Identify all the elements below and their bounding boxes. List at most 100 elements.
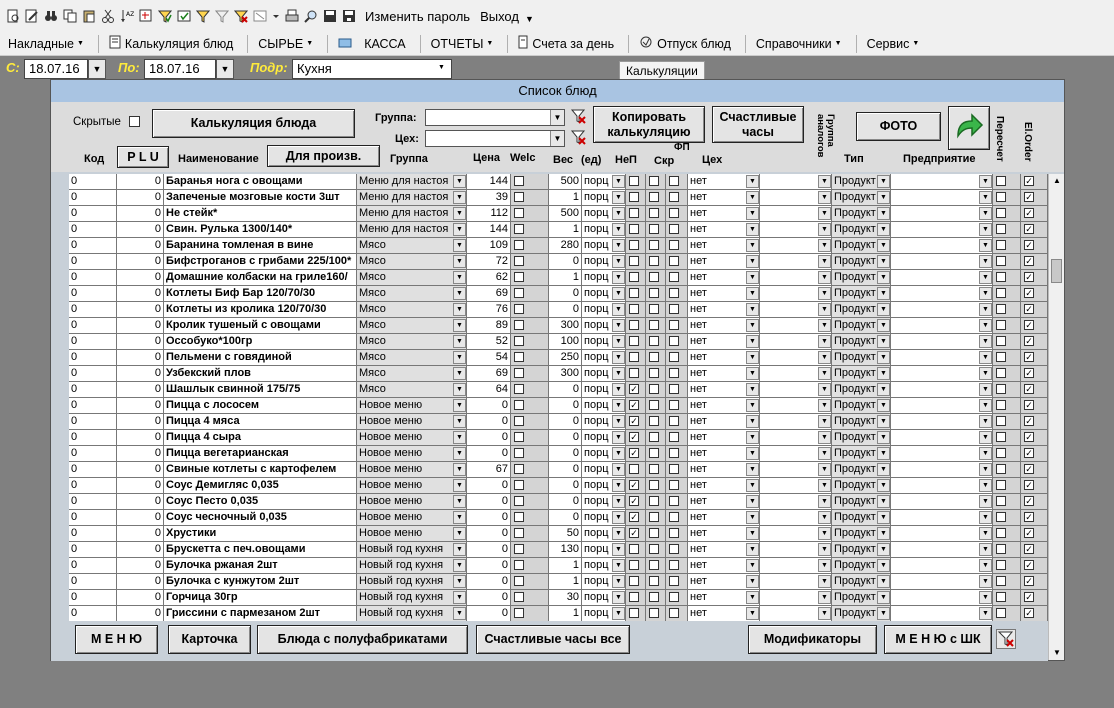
row-checkbox[interactable] bbox=[629, 256, 639, 266]
menu-cash[interactable]: КАССА bbox=[338, 37, 406, 51]
dish-calc-button[interactable]: Калькуляция блюда bbox=[152, 109, 355, 138]
price-cell[interactable]: 67 bbox=[467, 462, 511, 478]
price-cell[interactable]: 76 bbox=[467, 302, 511, 318]
analog-cell[interactable]: ▼ bbox=[760, 446, 832, 462]
type-cell[interactable]: Продукт ▼ bbox=[832, 206, 891, 222]
fp-cell[interactable] bbox=[646, 382, 666, 398]
chevron-down-icon[interactable]: ▼ bbox=[746, 255, 759, 268]
skr-cell[interactable] bbox=[666, 286, 688, 302]
unit-cell[interactable]: порц ▼ bbox=[582, 430, 626, 446]
row-checkbox[interactable]: ✓ bbox=[629, 448, 639, 458]
chevron-down-icon[interactable]: ▼ bbox=[979, 607, 992, 620]
skr-cell[interactable] bbox=[666, 558, 688, 574]
chevron-down-icon[interactable]: ▼ bbox=[453, 447, 466, 460]
elorder-cell[interactable]: ✓ bbox=[1021, 478, 1048, 494]
welc-cell[interactable] bbox=[511, 222, 549, 238]
group-cell[interactable]: Меню для настоя ▼ bbox=[357, 190, 467, 206]
shop-cell[interactable]: нет ▼ bbox=[688, 558, 760, 574]
row-checkbox[interactable] bbox=[996, 288, 1006, 298]
chevron-down-icon[interactable]: ▼ bbox=[818, 255, 831, 268]
recount-cell[interactable] bbox=[993, 478, 1021, 494]
row-checkbox[interactable] bbox=[649, 192, 659, 202]
fp-cell[interactable] bbox=[646, 222, 666, 238]
row-checkbox[interactable] bbox=[996, 224, 1006, 234]
chevron-down-icon[interactable]: ▼ bbox=[453, 527, 466, 540]
price-cell[interactable]: 0 bbox=[467, 542, 511, 558]
type-cell[interactable]: Продукт ▼ bbox=[832, 286, 891, 302]
nep-cell[interactable] bbox=[626, 222, 646, 238]
row-checkbox[interactable] bbox=[649, 384, 659, 394]
row-checkbox[interactable] bbox=[514, 576, 524, 586]
chevron-down-icon[interactable]: ▼ bbox=[746, 207, 759, 220]
elorder-cell[interactable]: ✓ bbox=[1021, 494, 1048, 510]
enterprise-cell[interactable]: ▼ bbox=[891, 302, 993, 318]
chevron-down-icon[interactable]: ▼ bbox=[612, 319, 625, 332]
exit-link[interactable]: Выход bbox=[480, 9, 519, 24]
welc-cell[interactable] bbox=[511, 510, 549, 526]
chevron-down-icon[interactable]: ▼ bbox=[453, 431, 466, 444]
row-checkbox[interactable]: ✓ bbox=[1024, 416, 1034, 426]
group-cell[interactable]: Мясо ▼ bbox=[357, 238, 467, 254]
unit-cell[interactable]: порц ▼ bbox=[582, 414, 626, 430]
enterprise-cell[interactable]: ▼ bbox=[891, 174, 993, 190]
row-checkbox[interactable] bbox=[669, 464, 679, 474]
analog-cell[interactable]: ▼ bbox=[760, 430, 832, 446]
group-cell[interactable]: Новое меню ▼ bbox=[357, 478, 467, 494]
group-cell[interactable]: Меню для настоя ▼ bbox=[357, 222, 467, 238]
row-checkbox[interactable] bbox=[629, 272, 639, 282]
price-cell[interactable]: 109 bbox=[467, 238, 511, 254]
type-cell[interactable]: Продукт ▼ bbox=[832, 190, 891, 206]
code-cell[interactable]: 0 bbox=[69, 462, 117, 478]
row-checkbox[interactable] bbox=[649, 176, 659, 186]
chevron-down-icon[interactable]: ▼ bbox=[746, 191, 759, 204]
chevron-down-icon[interactable]: ▼ bbox=[818, 239, 831, 252]
enterprise-cell[interactable]: ▼ bbox=[891, 558, 993, 574]
table-row[interactable]: 0 0 Соус Демигляс 0,035 Новое меню ▼ 0 0 порц ▼ ✓… bbox=[69, 478, 1048, 494]
row-checkbox[interactable] bbox=[514, 480, 524, 490]
recount-cell[interactable] bbox=[993, 318, 1021, 334]
nep-cell[interactable]: ✓ bbox=[626, 382, 646, 398]
chevron-down-icon[interactable]: ▼ bbox=[453, 335, 466, 348]
weight-cell[interactable]: 1 bbox=[549, 190, 582, 206]
plu-cell[interactable]: 0 bbox=[117, 590, 164, 606]
analog-cell[interactable]: ▼ bbox=[760, 318, 832, 334]
clear-filter-icon[interactable] bbox=[996, 629, 1016, 649]
row-checkbox[interactable] bbox=[514, 560, 524, 570]
table-row[interactable]: 0 0 Не стейк* Меню для настоя ▼ 112 500 порц ▼ не… bbox=[69, 206, 1048, 222]
row-checkbox[interactable]: ✓ bbox=[1024, 480, 1034, 490]
recount-cell[interactable] bbox=[993, 286, 1021, 302]
chevron-down-icon[interactable]: ▼ bbox=[453, 463, 466, 476]
row-checkbox[interactable]: ✓ bbox=[1024, 368, 1034, 378]
row-checkbox[interactable]: ✓ bbox=[629, 528, 639, 538]
plu-cell[interactable]: 0 bbox=[117, 526, 164, 542]
welc-cell[interactable] bbox=[511, 574, 549, 590]
row-checkbox[interactable] bbox=[669, 384, 679, 394]
chevron-down-icon[interactable]: ▼ bbox=[746, 175, 759, 188]
group-cell[interactable]: Новое меню ▼ bbox=[357, 510, 467, 526]
price-cell[interactable]: 89 bbox=[467, 318, 511, 334]
recount-cell[interactable] bbox=[993, 350, 1021, 366]
row-checkbox[interactable] bbox=[996, 384, 1006, 394]
weight-cell[interactable]: 0 bbox=[549, 286, 582, 302]
welc-cell[interactable] bbox=[511, 254, 549, 270]
table-row[interactable]: 0 0 Булочка с кунжутом 2шт Новый год кухня ▼… bbox=[69, 574, 1048, 590]
chevron-down-icon[interactable]: ▼ bbox=[612, 607, 625, 620]
chevron-down-icon[interactable]: ▼ bbox=[979, 447, 992, 460]
row-checkbox[interactable]: ✓ bbox=[1024, 512, 1034, 522]
plu-cell[interactable]: 0 bbox=[117, 398, 164, 414]
name-cell[interactable]: Брускетта с печ.овощами bbox=[164, 542, 357, 558]
sort-desc-icon[interactable] bbox=[139, 9, 153, 23]
unit-cell[interactable]: порц ▼ bbox=[582, 494, 626, 510]
row-checkbox[interactable]: ✓ bbox=[629, 384, 639, 394]
row-checkbox[interactable]: ✓ bbox=[629, 400, 639, 410]
table-row[interactable]: 0 0 Брускетта с печ.овощами Новый год кухня… bbox=[69, 542, 1048, 558]
row-checkbox[interactable] bbox=[669, 560, 679, 570]
shop-cell[interactable]: нет ▼ bbox=[688, 430, 760, 446]
fp-cell[interactable] bbox=[646, 526, 666, 542]
chevron-down-icon[interactable]: ▼ bbox=[818, 431, 831, 444]
analog-cell[interactable]: ▼ bbox=[760, 350, 832, 366]
chevron-down-icon[interactable]: ▼ bbox=[979, 303, 992, 316]
row-checkbox[interactable]: ✓ bbox=[1024, 240, 1034, 250]
row-checkbox[interactable]: ✓ bbox=[629, 496, 639, 506]
weight-cell[interactable]: 500 bbox=[549, 174, 582, 190]
